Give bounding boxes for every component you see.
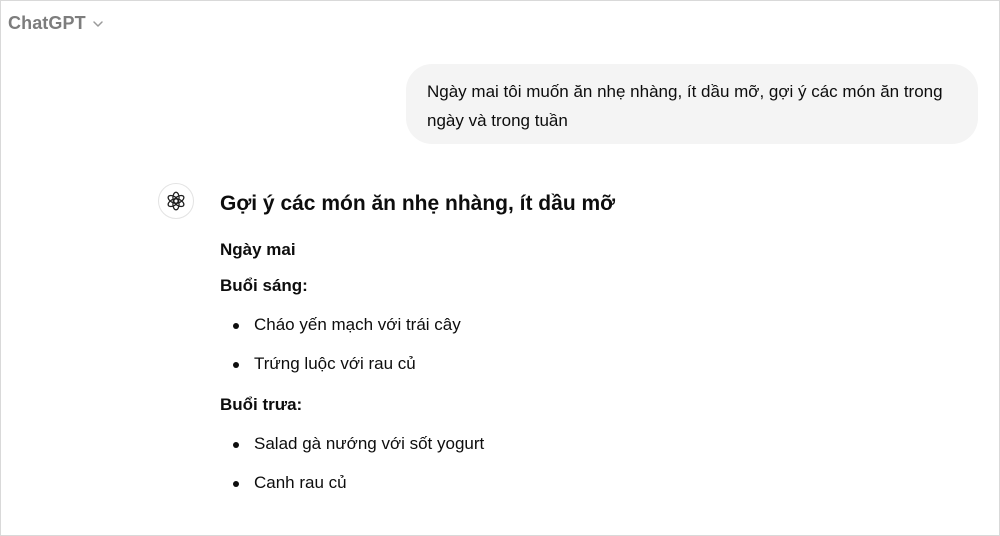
model-name: ChatGPT — [8, 12, 86, 33]
list-item: Salad gà nướng với sốt yogurt — [220, 432, 960, 456]
meal-list-breakfast: Cháo yến mạch với trái cây Trứng luộc vớ… — [220, 313, 960, 376]
list-item: Canh rau củ — [220, 471, 960, 495]
meal-title-lunch: Buổi trưa: — [220, 395, 303, 414]
list-item: Trứng luộc với rau củ — [220, 352, 960, 376]
meal-list-lunch: Salad gà nướng với sốt yogurt Canh rau c… — [220, 432, 960, 495]
openai-logo-icon — [167, 191, 185, 211]
assistant-response: Gợi ý các món ăn nhẹ nhàng, ít dầu mỡ Ng… — [220, 189, 960, 510]
chat-window: ChatGPT Ngày mai tôi muốn ăn nhẹ nhàng, … — [0, 0, 1000, 536]
day-title: Ngày mai — [220, 240, 296, 259]
model-switcher[interactable]: ChatGPT — [8, 11, 104, 35]
chevron-down-icon — [92, 21, 103, 27]
user-message-text: Ngày mai tôi muốn ăn nhẹ nhàng, ít dầu m… — [427, 82, 943, 130]
assistant-avatar — [158, 183, 194, 219]
meal-title-breakfast: Buổi sáng: — [220, 276, 308, 295]
user-message-bubble: Ngày mai tôi muốn ăn nhẹ nhàng, ít dầu m… — [406, 64, 978, 144]
response-heading: Gợi ý các món ăn nhẹ nhàng, ít dầu mỡ — [220, 192, 616, 215]
list-item: Cháo yến mạch với trái cây — [220, 313, 960, 337]
